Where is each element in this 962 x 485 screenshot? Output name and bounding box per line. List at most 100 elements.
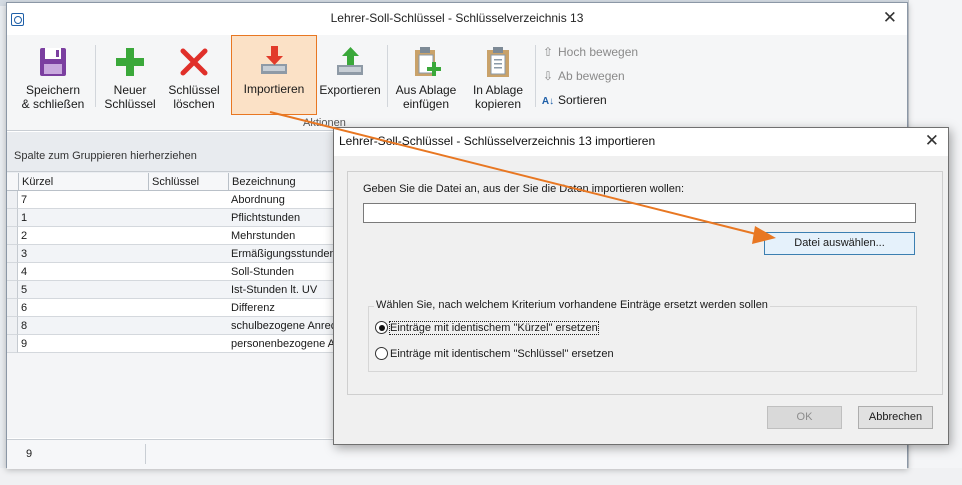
cell-bezeichnung[interactable]: Ermäßigungsstunden	[228, 245, 348, 263]
paste-button[interactable]: Aus Ablage einfügen	[391, 39, 461, 115]
cell-schluessel[interactable]	[148, 281, 228, 299]
row-selector[interactable]	[7, 191, 18, 209]
arrow-down-icon: ⇩	[542, 69, 554, 83]
row-selector[interactable]	[7, 263, 18, 281]
copy-icon	[481, 45, 515, 79]
cell-schluessel[interactable]	[148, 263, 228, 281]
save-close-button[interactable]: Speichern & schließen	[16, 39, 90, 115]
new-key-label-2: Schlüssel	[104, 97, 156, 111]
export-label: Exportieren	[319, 83, 381, 97]
cell-bezeichnung[interactable]: Abordnung	[228, 191, 348, 209]
cell-kuerzel[interactable]: 7	[18, 191, 148, 209]
delete-key-label-2: löschen	[173, 97, 215, 111]
copy-label-1: In Ablage	[472, 83, 524, 97]
dialog-title-bar: Lehrer-Soll-Schlüssel - Schlüsselverzeic…	[334, 128, 948, 156]
radio-label-schluessel: Einträge mit identischem "Schlüssel" ers…	[390, 348, 614, 360]
import-label: Importieren	[243, 82, 305, 96]
cell-kuerzel[interactable]: 6	[18, 299, 148, 317]
radio-option-schluessel[interactable]: Einträge mit identischem "Schlüssel" ers…	[375, 347, 614, 363]
cell-bezeichnung[interactable]: Differenz	[228, 299, 348, 317]
cell-bezeichnung[interactable]: Mehrstunden	[228, 227, 348, 245]
sort-label: Sortieren	[558, 93, 607, 107]
copy-label-2: kopieren	[474, 97, 522, 111]
cancel-button[interactable]: Abbrechen	[858, 406, 933, 429]
cell-schluessel[interactable]	[148, 191, 228, 209]
arrow-up-icon: ⇧	[542, 45, 554, 59]
cell-bezeichnung[interactable]: schulbezogene Anrechnung	[228, 317, 348, 335]
dialog-close-icon[interactable]: ✕	[925, 132, 939, 149]
ribbon-toolbar: Speichern & schließen Neuer Schlüssel Sc…	[7, 35, 907, 131]
save-label-1: Speichern	[25, 83, 81, 97]
cell-kuerzel[interactable]: 5	[18, 281, 148, 299]
criteria-legend: Wählen Sie, nach welchem Kriterium vorha…	[374, 299, 770, 311]
ribbon-separator	[95, 45, 96, 107]
row-selector[interactable]	[7, 245, 18, 263]
import-icon	[257, 44, 291, 78]
column-header-schluessel[interactable]: Schlüssel	[148, 173, 228, 191]
radio-unchecked-icon	[375, 347, 388, 360]
row-selector[interactable]	[7, 281, 18, 299]
cell-schluessel[interactable]	[148, 335, 228, 353]
cell-bezeichnung[interactable]: Soll-Stunden	[228, 263, 348, 281]
cell-bezeichnung[interactable]: Pflichtstunden	[228, 209, 348, 227]
move-up-button[interactable]: ⇧ Hoch bewegen	[541, 43, 638, 61]
row-selector[interactable]	[7, 299, 18, 317]
import-dialog: Lehrer-Soll-Schlüssel - Schlüsselverzeic…	[333, 127, 949, 445]
cell-schluessel[interactable]	[148, 245, 228, 263]
new-key-label-1: Neuer	[113, 83, 147, 97]
cell-kuerzel[interactable]: 1	[18, 209, 148, 227]
file-prompt: Geben Sie die Datei an, aus der Sie die …	[363, 183, 685, 195]
criteria-group: Wählen Sie, nach welchem Kriterium vorha…	[368, 299, 917, 372]
new-key-button[interactable]: Neuer Schlüssel	[101, 39, 159, 115]
file-path-input[interactable]	[363, 203, 916, 223]
save-label-2: & schließen	[21, 97, 85, 111]
export-button[interactable]: Exportieren	[319, 39, 381, 115]
cell-bezeichnung[interactable]: personenbezogene Anrechnung	[228, 335, 348, 353]
column-header-bezeichnung[interactable]: Bezeichnung	[228, 173, 348, 191]
radio-checked-icon	[375, 321, 388, 334]
row-selector[interactable]	[7, 335, 18, 353]
export-icon	[333, 45, 367, 79]
move-up-label: Hoch bewegen	[558, 45, 639, 59]
close-icon[interactable]: ✕	[883, 9, 897, 26]
delete-x-icon	[177, 45, 211, 79]
cell-schluessel[interactable]	[148, 299, 228, 317]
radio-label-kuerzel: Einträge mit identischem "Kürzel" ersetz…	[389, 321, 599, 335]
background-app-bottom	[0, 468, 962, 485]
delete-key-button[interactable]: Schlüssel löschen	[163, 39, 225, 115]
move-down-button[interactable]: ⇩ Ab bewegen	[541, 67, 625, 85]
import-button[interactable]: Importieren	[231, 35, 317, 115]
row-selector[interactable]	[7, 317, 18, 335]
cell-schluessel[interactable]	[148, 209, 228, 227]
cell-schluessel[interactable]	[148, 227, 228, 245]
cell-schluessel[interactable]	[148, 317, 228, 335]
group-hint: Spalte zum Gruppieren hierherziehen	[14, 150, 197, 162]
choose-file-button[interactable]: Datei auswählen...	[764, 232, 915, 255]
move-down-label: Ab bewegen	[558, 69, 625, 83]
row-count: 9	[26, 448, 33, 460]
sort-az-icon: A↓	[541, 96, 555, 107]
cell-kuerzel[interactable]: 2	[18, 227, 148, 245]
dialog-title: Lehrer-Soll-Schlüssel - Schlüsselverzeic…	[339, 134, 656, 148]
cell-kuerzel[interactable]: 9	[18, 335, 148, 353]
copy-button[interactable]: In Ablage kopieren	[465, 39, 531, 115]
title-bar: Lehrer-Soll-Schlüssel - Schlüsselverzeic…	[7, 3, 907, 34]
save-icon	[36, 45, 70, 79]
cell-kuerzel[interactable]: 4	[18, 263, 148, 281]
row-selector[interactable]	[7, 209, 18, 227]
ok-button[interactable]: OK	[767, 406, 842, 429]
cell-kuerzel[interactable]: 3	[18, 245, 148, 263]
column-header-kuerzel[interactable]: Kürzel	[18, 173, 148, 191]
radio-option-kuerzel[interactable]: Einträge mit identischem "Kürzel" ersetz…	[375, 321, 599, 337]
delete-key-label-1: Schlüssel	[168, 83, 220, 97]
ribbon-separator	[387, 45, 388, 107]
cell-kuerzel[interactable]: 8	[18, 317, 148, 335]
sort-button[interactable]: A↓ Sortieren	[541, 91, 607, 109]
paste-label-1: Aus Ablage	[395, 83, 457, 97]
plus-icon	[113, 45, 147, 79]
dialog-content-panel: Geben Sie die Datei an, aus der Sie die …	[347, 171, 943, 395]
cell-bezeichnung[interactable]: Ist-Stunden lt. UV	[228, 281, 348, 299]
row-selector[interactable]	[7, 227, 18, 245]
paste-icon	[409, 45, 443, 79]
ribbon-separator	[535, 45, 536, 107]
